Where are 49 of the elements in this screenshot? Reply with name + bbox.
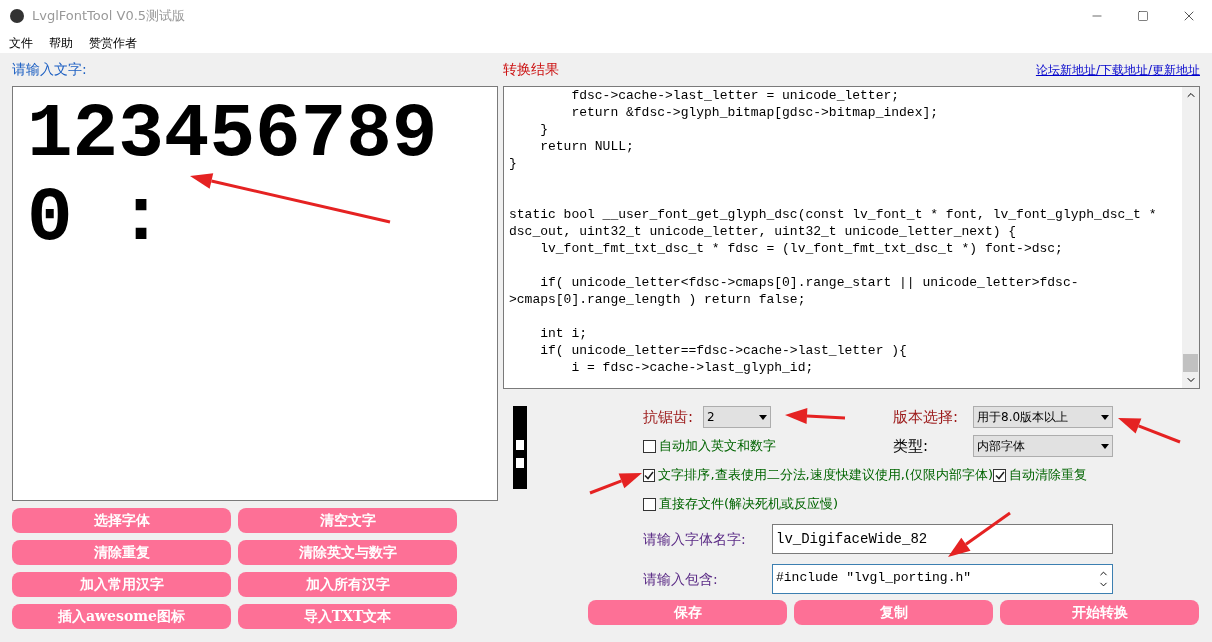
caret-icon — [1101, 443, 1109, 449]
include-field[interactable]: #include "lvgl_porting.h" — [772, 564, 1113, 594]
checkbox[interactable]: 自动加入英文和数字 — [643, 436, 893, 456]
code-line: return NULL; — [539, 138, 634, 155]
app-logo-icon — [10, 9, 24, 23]
code-line: if( unicode_letter<fdsc->cmaps[0].range_start || unicode_letter>fdsc- — [539, 274, 1079, 291]
code-line: } — [509, 155, 517, 172]
checkbox[interactable]: 自动清除重复 — [993, 465, 1087, 485]
checkbox[interactable]: 直接存文件(解决死机或反应慢) — [643, 494, 839, 514]
checkbox-box — [643, 439, 656, 453]
arrow-annotation — [1118, 418, 1181, 444]
antialias-label: 抗锯齿: — [643, 406, 695, 428]
font-name-label: 请输入字体名字: — [643, 529, 747, 549]
code-line: >cmaps[0].range_length ) return false; — [509, 291, 806, 308]
code-line: if( unicode_letter==fdsc->cache->last_letter ){ — [539, 342, 907, 359]
type-label: 类型: — [893, 435, 930, 457]
scrollbar-thumb[interactable] — [1183, 354, 1198, 372]
code-line: fdsc->cache->last_letter = unicode_letter; — [570, 87, 900, 104]
menu-item[interactable]: 赞赏作者 — [89, 33, 137, 52]
maximize-icon — [1137, 10, 1149, 22]
dropdown[interactable]: 用于8.0版本以上 — [973, 406, 1113, 428]
download-link[interactable]: 论坛新地址/下载地址/更新地址 — [1035, 60, 1200, 79]
font-name-field[interactable]: lv_DigifaceWide_82 — [772, 524, 1113, 554]
dropdown[interactable]: 内部字体 — [973, 435, 1113, 457]
code-output-area[interactable] — [503, 86, 1200, 389]
code-line: lv_font_fmt_txt_dsc_t * fdsc = (lv_font_fmt_txt_dsc_t *) font->dsc; — [539, 240, 1063, 257]
code-line: static bool __user_font_get_glyph_dsc(const lv_font_t * font, lv_font_glyph_dsc_t * — [509, 206, 1157, 223]
input-label: 请输入文字: — [12, 60, 87, 79]
output-label: 转换结果 — [503, 60, 559, 79]
checkbox-box — [643, 497, 656, 511]
arrow-annotation — [589, 473, 642, 495]
code-line: dsc_out, uint32_t unicode_letter, uint32_t unicode_letter_next) { — [509, 223, 1017, 240]
checkbox[interactable]: 文字排序,查表使用二分法,速度快建议使用,(仅限内部字体) — [643, 465, 993, 485]
menu-item[interactable]: 文件 — [9, 33, 33, 52]
include-label: 请输入包含: — [643, 569, 719, 589]
version-label: 版本选择: — [893, 406, 960, 428]
arrow-annotation — [948, 511, 1011, 557]
scrollbar[interactable] — [1182, 87, 1199, 388]
caret-icon — [1101, 414, 1109, 420]
code-line: } — [539, 121, 548, 138]
dropdown[interactable]: 2 — [703, 406, 771, 428]
menu-item[interactable]: 帮助 — [49, 33, 73, 52]
arrow-annotation — [785, 408, 846, 425]
text-input-area[interactable]: 123456789 0 : — [12, 86, 498, 501]
code-line: i = fdsc->cache->last_glyph_id; — [570, 359, 814, 376]
window-title: LvglFontTool V0.5测试版 — [32, 7, 186, 26]
caret-icon — [759, 414, 767, 420]
code-line: return &fdsc->glyph_bitmap[gdsc->bitmap_index]; — [570, 104, 939, 121]
code-line: int i; — [539, 325, 587, 342]
